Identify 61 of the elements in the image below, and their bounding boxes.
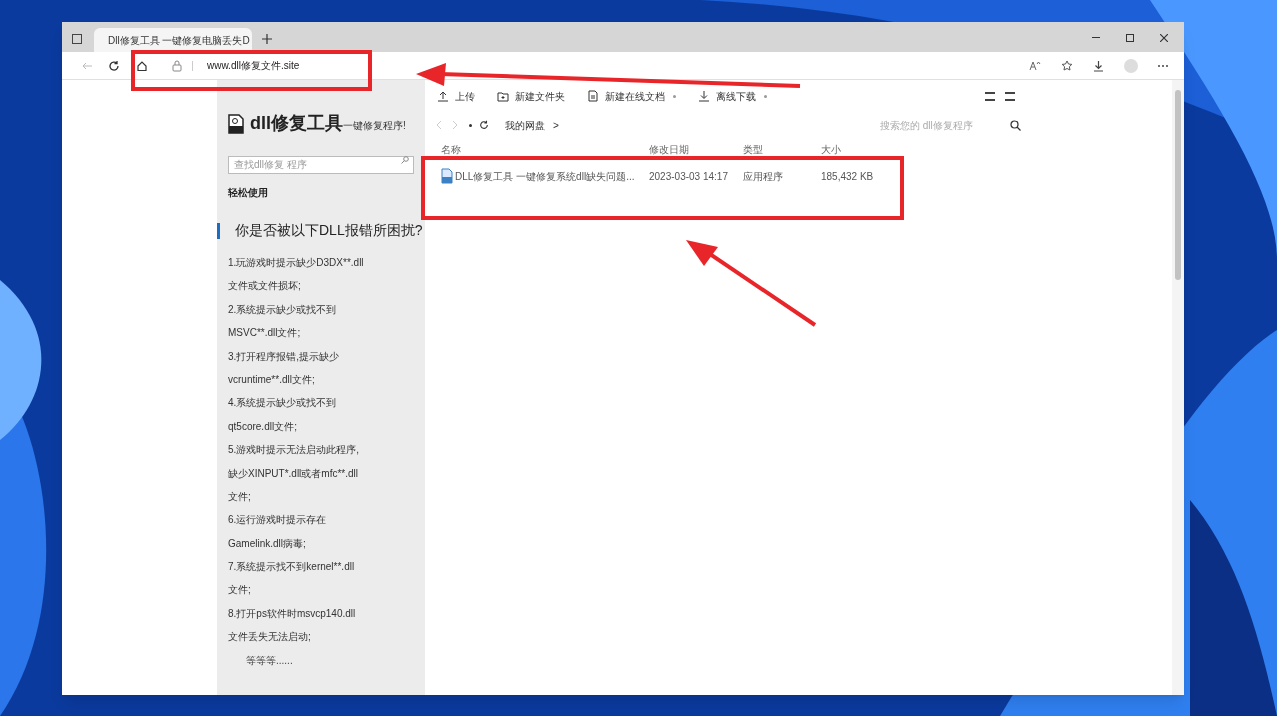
dll-file-icon [441,168,453,184]
list-text: 缺少XINPUT*.dll或者mfc**.dll [228,466,360,481]
dropdown-icon[interactable] [469,123,472,127]
column-header[interactable]: 大小 [821,144,901,156]
address-field[interactable]: www.dll修复文件.site [207,58,300,73]
file-type: 应用程序 [743,169,784,184]
maximize-icon[interactable] [1126,34,1134,42]
new-tab-icon[interactable] [262,34,272,44]
list-text: Gamelink.dll病毒; [228,536,307,551]
home-icon[interactable] [136,59,148,72]
read-aloud-icon[interactable] [1029,60,1041,71]
breadcrumb-separator: > [553,118,559,133]
file-date: 2023-03-03 14:17 [649,169,729,184]
file-search-field[interactable]: 搜索您的 dll修复程序 [880,117,990,133]
file-name[interactable]: DLL修复工具 一键修复系统dll缺失问题... [455,168,635,184]
list-text: 5.游戏时提示无法启动此程序, [228,443,361,458]
toolbar-button[interactable]: 离线下载 [698,88,756,104]
list-text: MSVC**.dll文件; [228,326,302,341]
list-text: 2.系统提示缺少或找不到 [228,302,338,317]
folder-icon [497,90,509,102]
favorites-icon[interactable] [1061,59,1073,72]
toolbar-button[interactable]: 新建在线文档 [587,88,665,104]
column-header[interactable]: 类型 [743,144,821,156]
upload-icon [437,90,449,102]
refresh-icon[interactable] [108,59,120,72]
list-text: 3.打开程序报错,提示缺少 [228,349,341,364]
site-title: dll修复工具 [250,112,343,135]
list-text: 8.打开ps软件时msvcp140.dll [228,606,357,621]
tab-title: Dll修复工具 一键修复电脑丢失D [108,33,250,48]
list-text: qt5core.dll文件; [228,419,298,434]
ending-text: 等等等...... [246,653,294,668]
list-text: 文件或文件损坏; [228,279,302,294]
site-subtitle: 一键修复程序! [343,120,406,131]
search-field[interactable]: 查找dll修复 程序 [228,155,414,174]
refresh-icon[interactable] [479,120,489,130]
list-text: 文件; [228,583,252,598]
list-text: 文件丢失无法启动; [228,630,312,645]
download-icon [698,90,710,102]
list-text: 7.系统提示找不到kernel**.dll [228,560,356,575]
toolbar-button[interactable]: 新建文件夹 [497,88,565,104]
file-size: 185,432 KB [821,169,875,184]
list-text: 1.玩游戏时提示缺少D3DX**.dll [228,256,365,270]
column-header[interactable]: 名称 [441,144,649,156]
browser-tab[interactable]: Dll修复工具 一键修复电脑丢失D [94,28,252,52]
download-icon[interactable] [1093,59,1104,72]
list-text: 文件; [228,489,252,504]
tab-actions-icon[interactable] [72,34,82,44]
dll-file-icon [228,113,244,134]
list-text: 4.系统提示缺少或找不到 [228,396,338,411]
close-icon[interactable] [1160,34,1168,42]
more-icon[interactable] [1158,64,1168,67]
breadcrumb-link[interactable]: 我的网盘 [505,117,545,133]
scroll-thumb[interactable] [1175,90,1181,280]
document-icon [587,90,599,102]
heading: 你是否被以下DLL报错所困扰? [235,221,423,240]
column-header[interactable]: 修改日期 [649,144,743,156]
list-text: vcruntime**.dll文件; [228,372,316,387]
section-label: 轻松使用 [228,186,269,200]
list-text: 6.运行游戏时提示存在 [228,513,328,528]
toolbar-button[interactable]: 上传 [437,88,475,104]
search-icon[interactable] [1010,119,1021,131]
